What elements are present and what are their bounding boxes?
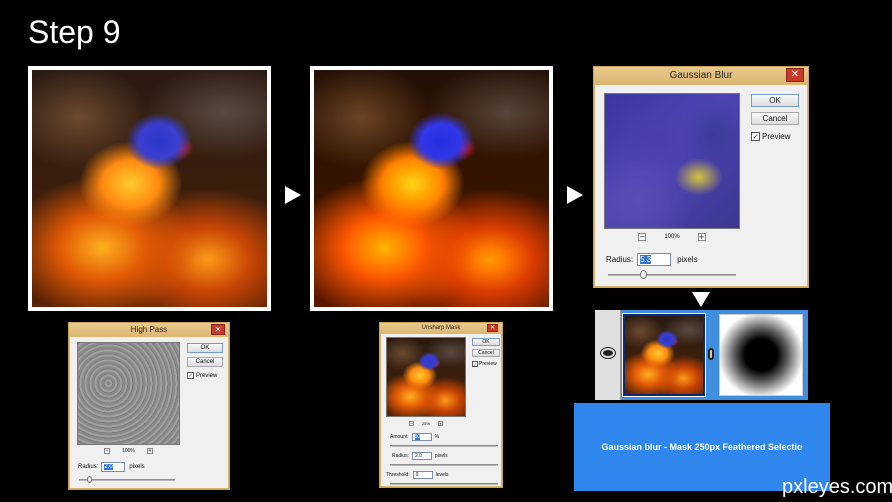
fire-parrot-image-original [28,66,271,311]
radius-input[interactable]: 5.3 [637,253,672,266]
preview-label: Preview [762,132,791,141]
preview-checkbox[interactable]: ✓ Preview [187,372,217,379]
radius-unit: pixels [129,464,145,470]
radius-label: Radius: [606,255,634,264]
cancel-button[interactable]: Cancel [751,112,799,125]
layer-mask-thumbnail[interactable] [719,314,803,396]
arrow-down-icon [692,292,710,307]
radius-slider-thumb[interactable] [640,270,647,279]
zoom-in-button[interactable]: + [697,233,706,241]
zoom-in-button[interactable]: + [438,421,443,426]
checkmark-icon[interactable]: ✓ [187,372,194,379]
radius-input[interactable]: 2.0 [411,452,432,460]
preview-label: Preview [479,361,497,367]
close-icon[interactable]: ✕ [487,324,498,332]
zoom-level: 25% [421,421,430,426]
threshold-slider[interactable] [390,483,498,485]
radius-label: Radius: [78,464,99,470]
arrow-right-icon [567,186,583,204]
threshold-unit: levels [435,472,449,478]
ok-button[interactable]: OK [751,94,799,107]
threshold-row: Threshold: 0 levels [386,471,448,479]
eye-icon[interactable] [601,348,615,358]
ok-button[interactable]: OK [187,343,223,353]
dialog-title: Unsharp Mask [421,325,461,331]
radius-row: Radius: 5.3 pixels [606,253,698,266]
zoom-level: 100% [122,448,135,454]
close-icon[interactable]: ✕ [786,68,804,82]
layer-thumbnail[interactable] [622,313,706,397]
threshold-label: Threshold: [386,472,410,478]
preview-checkbox[interactable]: ✓ Preview [751,132,790,141]
layer-row[interactable] [595,310,808,400]
zoom-controls: − 100% + [77,447,180,455]
radius-unit: pixels [677,255,698,264]
preview-area[interactable] [77,342,180,445]
preview-area[interactable] [386,337,466,417]
zoom-out-button[interactable]: − [408,421,414,426]
dialog-title: Gaussian Blur [669,70,733,81]
dialog-titlebar: High Pass [69,323,229,337]
zoom-out-button[interactable]: − [104,448,111,454]
radius-label: Radius: [392,453,409,459]
zoom-level: 100% [664,234,680,240]
radius-slider[interactable] [390,464,498,466]
gaussian-blur-dialog: Gaussian Blur ✕ OK Cancel ✓ Preview − 10… [593,66,809,288]
unsharp-mask-dialog: Unsharp Mask ✕ OK Cancel ✓ Preview − 25%… [379,322,503,488]
radius-input[interactable]: 2.0 [101,462,126,472]
amount-row: Amount: 50 % [390,433,439,441]
radius-unit: pixels [434,453,448,459]
radius-row: Radius: 2.0 pixels [392,452,448,460]
checkmark-icon[interactable]: ✓ [472,361,478,367]
arrow-right-icon [285,186,301,204]
radius-slider[interactable] [608,274,736,276]
dialog-titlebar: Gaussian Blur [594,67,808,85]
zoom-controls: − 25% + [386,420,466,427]
dialog-title: High Pass [130,325,168,334]
watermark: pxleyes.com [782,476,892,498]
fire-parrot-image-result [310,66,553,311]
visibility-toggle[interactable] [595,310,621,400]
cancel-button[interactable]: Cancel [472,349,500,357]
close-icon[interactable]: ✕ [211,324,225,335]
cancel-button[interactable]: Cancel [187,357,223,367]
zoom-out-button[interactable]: − [638,233,647,241]
checkmark-icon[interactable]: ✓ [751,132,760,141]
preview-label: Preview [196,372,218,379]
dialog-titlebar: Unsharp Mask [380,323,502,334]
radius-row: Radius: 2.0 pixels [78,462,145,472]
amount-slider[interactable] [390,445,498,447]
radius-slider-thumb[interactable] [87,476,92,483]
high-pass-dialog: High Pass ✕ OK Cancel ✓ Preview − 100% +… [68,322,230,490]
preview-checkbox[interactable]: ✓ Preview [472,361,497,367]
amount-input[interactable]: 50 [411,433,432,441]
radius-slider[interactable] [79,479,175,481]
caption-text: Gaussian blur - Mask 250px Feathered Sel… [601,442,803,452]
zoom-controls: − 100% + [604,232,740,242]
ok-button[interactable]: OK [472,338,500,346]
preview-area[interactable] [604,93,740,229]
amount-label: Amount: [390,434,409,440]
chain-link-icon[interactable] [708,348,714,360]
zoom-in-button[interactable]: + [146,448,153,454]
step-title: Step 9 [28,14,121,50]
amount-unit: % [434,434,440,440]
threshold-input[interactable]: 0 [412,471,433,479]
